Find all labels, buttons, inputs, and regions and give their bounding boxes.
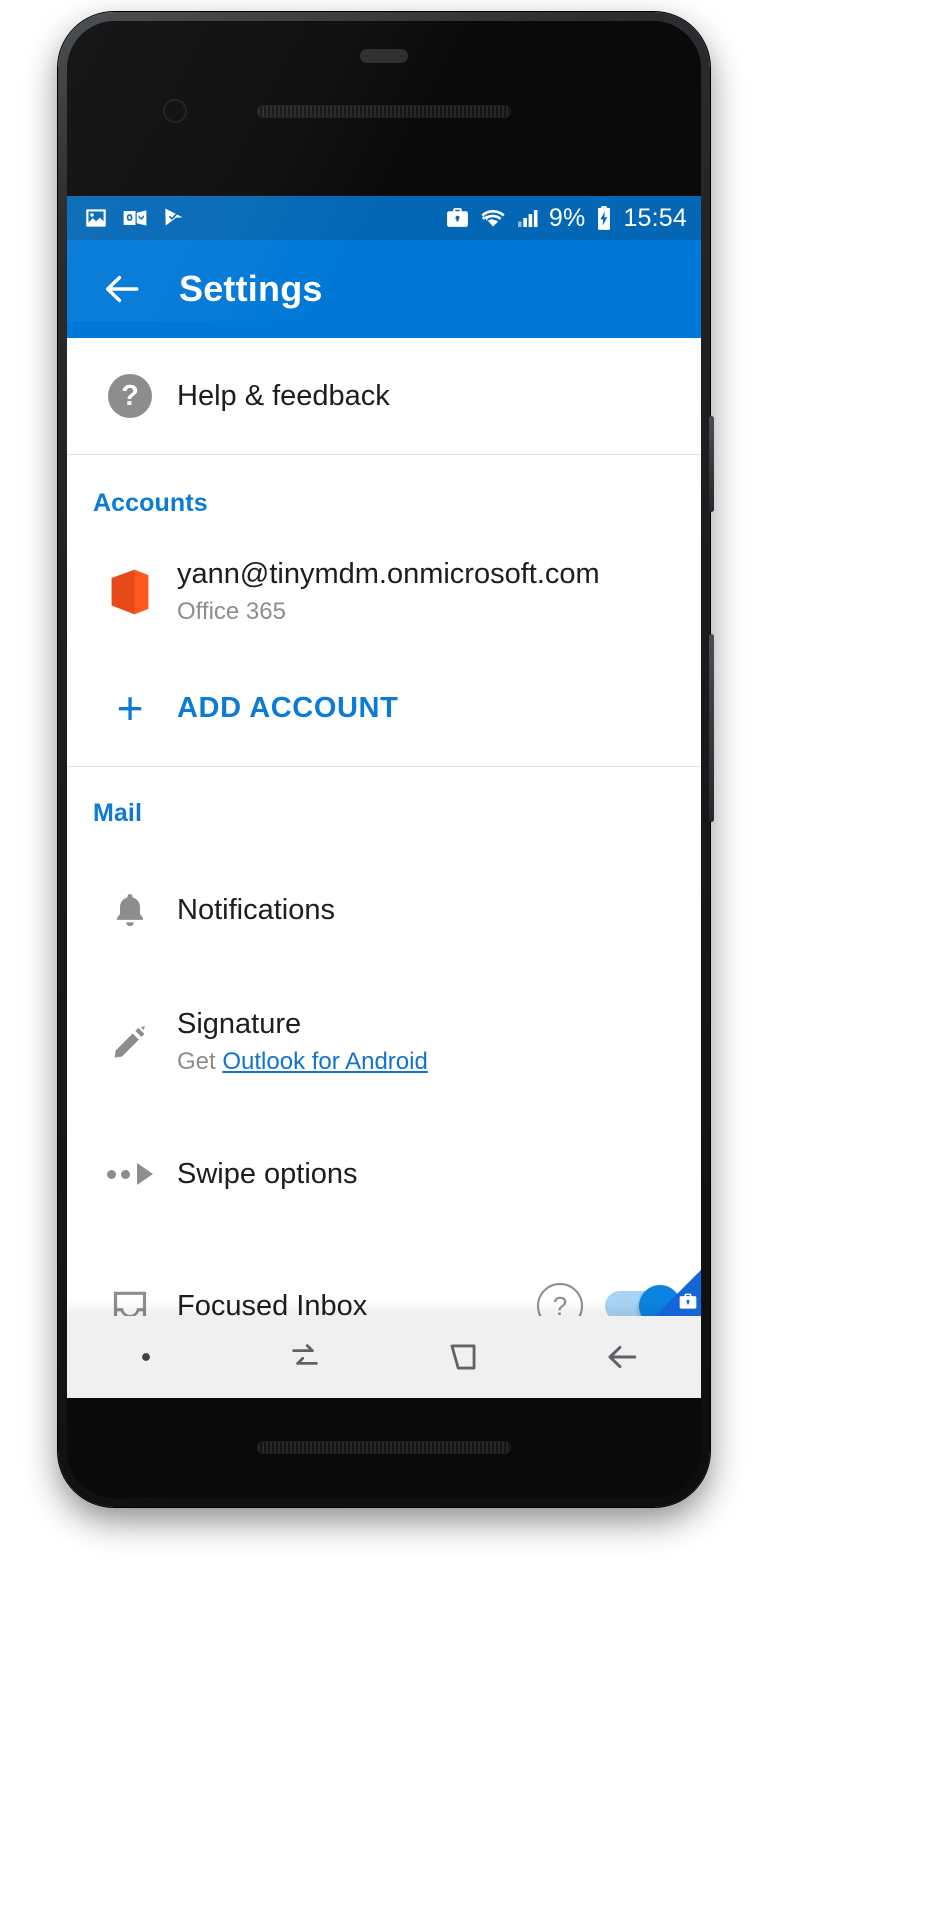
settings-list: ? Help & feedback Accounts yann@tinymdm.… bbox=[67, 338, 701, 1398]
back-icon bbox=[608, 1345, 636, 1369]
account-email: yann@tinymdm.onmicrosoft.com bbox=[177, 558, 600, 591]
section-header-mail: Mail bbox=[93, 799, 143, 827]
settings-row-help-feedback[interactable]: ? Help & feedback bbox=[67, 338, 701, 454]
signature-sub-prefix: Get bbox=[177, 1047, 223, 1075]
row-title-notifications: Notifications bbox=[177, 893, 335, 926]
back-arrow-button[interactable] bbox=[95, 262, 149, 316]
work-profile-briefcase-icon bbox=[679, 1293, 697, 1309]
settings-row-add-account[interactable]: + ADD ACCOUNT bbox=[67, 650, 701, 766]
phone-inner-shell: 9% 15:54 Settings ? Help & feedback Acco… bbox=[67, 21, 701, 1498]
android-navigation-bar bbox=[67, 1316, 701, 1398]
phone-screen: 9% 15:54 Settings ? Help & feedback Acco… bbox=[67, 196, 701, 1398]
power-button[interactable] bbox=[709, 416, 714, 512]
office-365-icon bbox=[93, 567, 167, 617]
plus-icon: + bbox=[116, 682, 144, 734]
row-title-swipe-options: Swipe options bbox=[177, 1157, 358, 1190]
bottom-speaker-grille bbox=[257, 1441, 511, 1454]
settings-row-swipe-options[interactable]: Swipe options bbox=[67, 1108, 701, 1240]
status-bar-system-icons: 9% 15:54 bbox=[445, 205, 687, 231]
add-account-label: ADD ACCOUNT bbox=[177, 691, 399, 724]
screenshot-icon bbox=[86, 209, 106, 227]
cellular-signal-icon bbox=[517, 210, 538, 227]
bottom-bezel bbox=[67, 1398, 701, 1498]
assistant-dot-icon bbox=[142, 1353, 151, 1361]
back-button[interactable] bbox=[582, 1316, 662, 1398]
volume-button[interactable] bbox=[709, 634, 714, 822]
help-question-circle-icon: ? bbox=[93, 374, 167, 418]
page-title: Settings bbox=[179, 268, 323, 309]
top-speaker-grille bbox=[360, 49, 408, 63]
work-profile-briefcase-icon bbox=[446, 207, 468, 227]
list-bottom-shadow bbox=[67, 1300, 701, 1316]
recents-icon bbox=[292, 1344, 318, 1365]
swipe-arrow-icon bbox=[93, 1163, 167, 1185]
pencil-icon bbox=[93, 1022, 167, 1062]
app-bar: Settings bbox=[67, 240, 701, 338]
battery-percent-label: 9% bbox=[548, 203, 586, 232]
row-subtitle-signature: Get Outlook for Android bbox=[177, 1047, 679, 1077]
assistant-dot-button[interactable] bbox=[106, 1316, 186, 1398]
settings-row-account[interactable]: yann@tinymdm.onmicrosoft.com Office 365 bbox=[67, 534, 701, 650]
status-bar-notification-icons bbox=[83, 205, 187, 231]
battery-charging-icon bbox=[598, 206, 611, 230]
top-bezel bbox=[67, 21, 701, 196]
wifi-icon bbox=[481, 210, 505, 227]
tasks-flag-icon bbox=[165, 208, 183, 226]
row-title-help-feedback: Help & feedback bbox=[177, 379, 390, 412]
outlook-for-android-link[interactable]: Outlook for Android bbox=[222, 1048, 427, 1075]
settings-row-signature[interactable]: Signature Get Outlook for Android bbox=[67, 976, 701, 1108]
phone-device-frame: 9% 15:54 Settings ? Help & feedback Acco… bbox=[58, 12, 714, 1507]
settings-row-notifications[interactable]: Notifications bbox=[67, 844, 701, 976]
front-camera-icon bbox=[163, 99, 187, 123]
screenshot-canvas: 9% 15:54 Settings ? Help & feedback Acco… bbox=[0, 0, 934, 1920]
home-button[interactable] bbox=[423, 1316, 503, 1398]
clock-label: 15:54 bbox=[623, 203, 687, 232]
section-header-accounts: Accounts bbox=[93, 489, 208, 517]
recents-button[interactable] bbox=[265, 1316, 345, 1398]
bell-icon bbox=[93, 890, 167, 930]
work-profile-corner-badge bbox=[655, 1270, 701, 1316]
outlook-icon bbox=[123, 210, 147, 226]
home-icon bbox=[450, 1344, 476, 1370]
status-bar: 9% 15:54 bbox=[67, 196, 701, 240]
row-title-signature: Signature bbox=[177, 1008, 302, 1041]
earpiece-grille bbox=[257, 105, 511, 118]
account-type: Office 365 bbox=[177, 597, 286, 625]
back-arrow-icon bbox=[105, 275, 139, 303]
